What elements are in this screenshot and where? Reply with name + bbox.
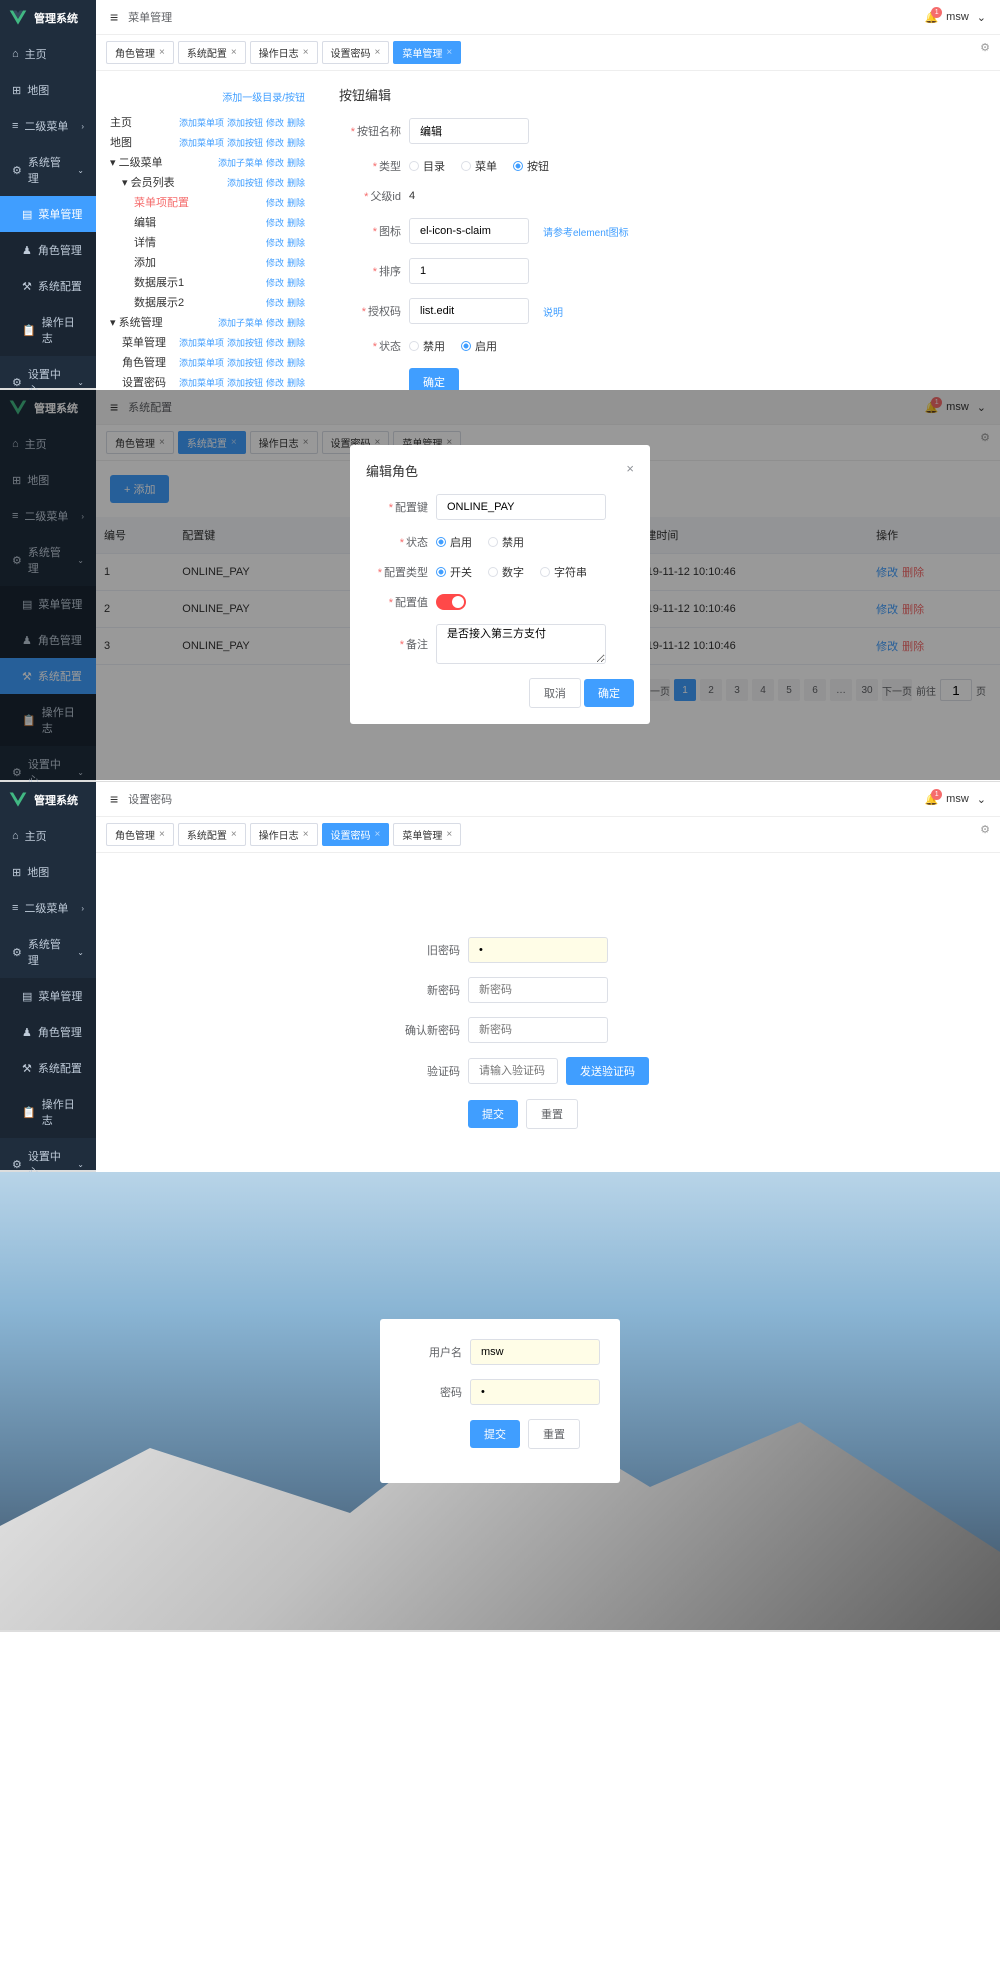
logo: 管理系统: [0, 0, 96, 36]
nav-role[interactable]: ♟角色管理: [0, 232, 96, 268]
breadcrumb: 菜单管理: [128, 9, 172, 25]
nav-menu[interactable]: ▤菜单管理: [0, 196, 96, 232]
close-icon[interactable]: ×: [626, 461, 634, 480]
name-input[interactable]: [409, 118, 529, 144]
nav-config[interactable]: ⚒系统配置: [0, 268, 96, 304]
user-name[interactable]: msw: [946, 11, 969, 23]
send-code-button[interactable]: 发送验证码: [566, 1057, 649, 1085]
tab-config[interactable]: 系统配置×: [178, 41, 246, 64]
config-key-input[interactable]: [436, 494, 606, 520]
config-switch[interactable]: [436, 594, 466, 610]
password-form: 旧密码 新密码 确认新密码 验证码发送验证码 提交重置: [398, 937, 698, 1129]
icon-help-link[interactable]: 请参考element图标: [543, 224, 629, 239]
remark-input[interactable]: 是否接入第三方支付: [436, 624, 606, 664]
old-pwd-input[interactable]: [468, 937, 608, 963]
cancel-button[interactable]: 取消: [529, 678, 581, 708]
submit-button[interactable]: 提交: [468, 1100, 518, 1128]
password-input[interactable]: [470, 1379, 600, 1405]
bell-icon[interactable]: 🔔1: [924, 11, 938, 24]
vue-logo-icon: [8, 8, 28, 28]
login-reset-button[interactable]: 重置: [528, 1419, 580, 1449]
username-input[interactable]: [470, 1339, 600, 1365]
edit-form: 按钮编辑 *按钮名称 *类型 目录 菜单 按钮 *父级id4 *图标请参考ele…: [325, 85, 986, 433]
hamburger-icon[interactable]: ≡: [110, 9, 118, 25]
auth-help-link[interactable]: 说明: [543, 304, 563, 319]
reset-button[interactable]: 重置: [526, 1099, 578, 1129]
edit-dialog: 编辑角色× *配置键 *状态 启用 禁用 *配置类型 开关 数字 字符串 *配置…: [350, 445, 650, 724]
icon-input[interactable]: [409, 218, 529, 244]
menu-tree: 添加一级目录/按钮 主页添加菜单项添加按钮修改删除 地图添加菜单项添加按钮修改删…: [110, 85, 305, 433]
login-form: 用户名 密码 提交重置: [380, 1319, 620, 1483]
nav-level2[interactable]: ≡二级菜单›: [0, 108, 96, 144]
tree-add-root[interactable]: 添加一级目录/按钮: [110, 85, 305, 113]
code-input[interactable]: [468, 1058, 558, 1084]
sidebar: 管理系统 ⌂主页 ⊞地图 ≡二级菜单› ⚙系统管理⌄ ▤菜单管理 ♟角色管理 ⚒…: [0, 782, 96, 1170]
gear-icon[interactable]: ⚙: [980, 41, 990, 64]
tab-oplog[interactable]: 操作日志×: [250, 41, 318, 64]
sidebar: 管理系统 ⌂主页 ⊞地图 ≡二级菜单› ⚙系统管理⌄ ▤菜单管理 ♟角色管理 ⚒…: [0, 0, 96, 388]
nav-oplog[interactable]: 📋操作日志: [0, 304, 96, 356]
chevron-down-icon[interactable]: ⌄: [977, 11, 986, 24]
auth-input[interactable]: [409, 298, 529, 324]
login-submit-button[interactable]: 提交: [470, 1420, 520, 1448]
tab-menu[interactable]: 菜单管理×: [393, 41, 461, 64]
ok-button[interactable]: 确定: [584, 679, 634, 707]
confirm-pwd-input[interactable]: [468, 1017, 608, 1043]
nav-map[interactable]: ⊞地图: [0, 72, 96, 108]
tab-role[interactable]: 角色管理×: [106, 41, 174, 64]
tab-setpwd[interactable]: 设置密码×: [322, 41, 390, 64]
nav-system[interactable]: ⚙系统管理⌄: [0, 144, 96, 196]
sort-input[interactable]: [409, 258, 529, 284]
topbar: ≡ 菜单管理 🔔1 msw ⌄: [96, 0, 1000, 35]
nav-home[interactable]: ⌂主页: [0, 36, 96, 72]
new-pwd-input[interactable]: [468, 977, 608, 1003]
tabs: 角色管理× 系统配置× 操作日志× 设置密码× 菜单管理× ⚙: [96, 35, 1000, 71]
